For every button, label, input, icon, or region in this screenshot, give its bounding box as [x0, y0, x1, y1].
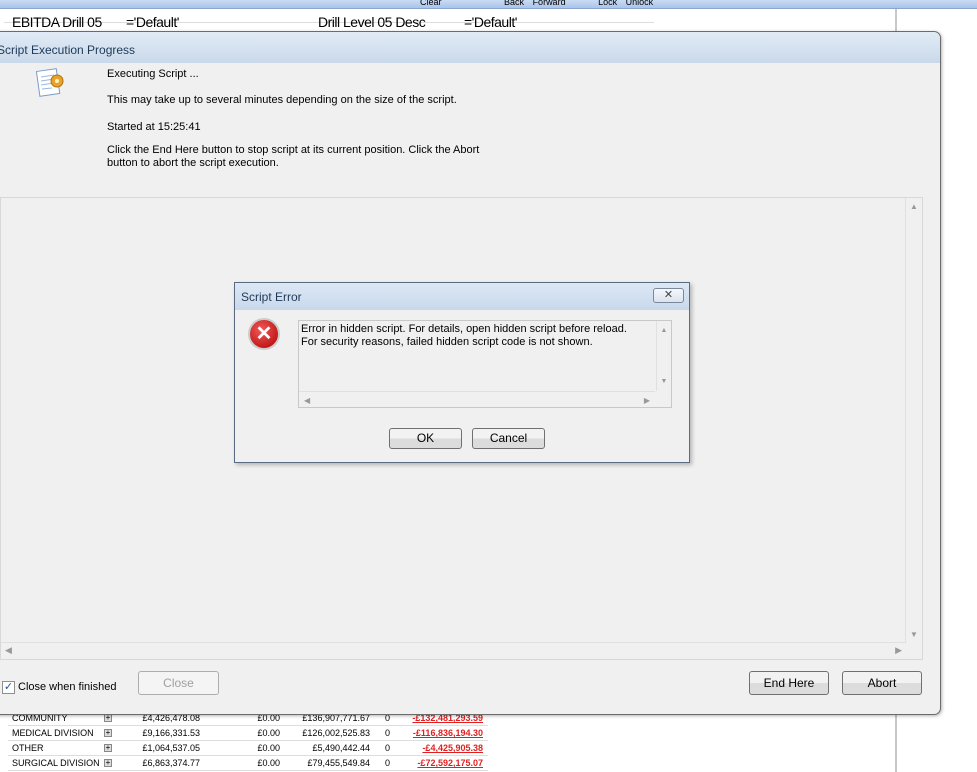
- instructions-line2: button to abort the script execution.: [107, 157, 279, 169]
- table-row[interactable]: SURGICAL DIVISION £6,863,374.77 £0.00 £79,4…: [8, 756, 488, 771]
- cell-c2: £0.00: [257, 743, 280, 753]
- cancel-button[interactable]: Cancel: [472, 428, 545, 449]
- expand-icon[interactable]: +: [104, 759, 112, 767]
- cell-c5: -£4,425,905.38: [422, 743, 483, 753]
- instructions-line1: Click the End Here button to stop script…: [107, 144, 480, 156]
- cell-name: SURGICAL DIVISION: [12, 758, 100, 768]
- scroll-left-icon[interactable]: ◀: [5, 645, 12, 656]
- variable-value: ='Default': [126, 14, 179, 30]
- cell-c3: £126,002,525.83: [302, 728, 370, 738]
- close-when-finished-checkbox[interactable]: ✓: [2, 681, 15, 694]
- dialog-title: Script Execution Progress: [0, 32, 940, 63]
- scroll-up-icon[interactable]: ▲: [906, 202, 922, 211]
- cell-name: OTHER: [12, 743, 44, 753]
- cell-c4: 0: [384, 728, 390, 738]
- vertical-scrollbar[interactable]: ▲ ▼: [656, 321, 671, 391]
- cell-c1: £6,863,374.77: [142, 758, 200, 768]
- info-text: This may take up to several minutes depe…: [107, 94, 457, 106]
- cell-c3: £79,455,549.84: [307, 758, 370, 768]
- cell-c2: £0.00: [257, 728, 280, 738]
- script-error-dialog: Script Error ✕ ✕ Error in hidden script.…: [234, 282, 690, 463]
- cell-c2: £0.00: [257, 758, 280, 768]
- scroll-right-icon[interactable]: ▶: [895, 645, 902, 656]
- ok-button[interactable]: OK: [389, 428, 462, 449]
- cell-c3: £5,490,442.44: [312, 743, 370, 753]
- abort-button[interactable]: Abort: [842, 671, 922, 695]
- toolbar-lock[interactable]: Lock: [598, 0, 617, 7]
- scroll-down-icon[interactable]: ▼: [906, 630, 922, 639]
- cell-name: MEDICAL DIVISION: [12, 728, 94, 738]
- error-message-line2: For security reasons, failed hidden scri…: [301, 336, 593, 348]
- toolbar-unlock[interactable]: Unlock: [626, 0, 654, 7]
- close-when-finished-label: Close when finished: [18, 681, 117, 693]
- cell-c4: 0: [384, 743, 390, 753]
- expand-icon[interactable]: +: [104, 744, 112, 752]
- cell-c1: £9,166,331.53: [142, 728, 200, 738]
- error-message-box[interactable]: Error in hidden script. For details, ope…: [298, 320, 672, 408]
- toolbar-back[interactable]: Back: [504, 0, 524, 7]
- variable-name: EBITDA Drill 05: [12, 14, 102, 30]
- horizontal-scrollbar[interactable]: ◀ ▶: [1, 642, 906, 659]
- table-row[interactable]: OTHER £1,064,537.05 £0.00 £5,490,442.44 0 -£4…: [8, 741, 488, 756]
- vertical-scrollbar[interactable]: ▲ ▼: [905, 198, 922, 643]
- expand-icon[interactable]: +: [104, 729, 112, 737]
- end-here-button[interactable]: End Here: [749, 671, 829, 695]
- toolbar-forward[interactable]: Forward: [533, 0, 566, 7]
- toolbar-clear[interactable]: Clear: [420, 0, 442, 7]
- cell-c4: 0: [384, 758, 390, 768]
- started-time: Started at 15:25:41: [107, 121, 201, 133]
- variable-value: ='Default': [464, 14, 517, 30]
- error-icon: ✕: [248, 318, 280, 350]
- variable-name: Drill Level 05 Desc: [318, 14, 426, 30]
- close-icon[interactable]: ✕: [653, 288, 684, 303]
- cell-c1: £1,064,537.05: [142, 743, 200, 753]
- error-message-line1: Error in hidden script. For details, ope…: [301, 323, 627, 335]
- cell-c5: -£72,592,175.07: [417, 758, 483, 768]
- script-icon: [36, 68, 64, 97]
- toolbar: Clear Back Forward Lock Unlock: [0, 0, 977, 9]
- error-dialog-title: Script Error: [235, 283, 689, 310]
- expand-icon[interactable]: +: [104, 714, 112, 722]
- table-row[interactable]: MEDICAL DIVISION £9,166,331.53 £0.00 £126,0…: [8, 726, 488, 741]
- close-button[interactable]: Close: [138, 671, 219, 695]
- status-text: Executing Script ...: [107, 68, 199, 80]
- cell-c5: -£116,836,194.30: [412, 728, 483, 738]
- horizontal-scrollbar[interactable]: ◀ ▶: [299, 391, 655, 407]
